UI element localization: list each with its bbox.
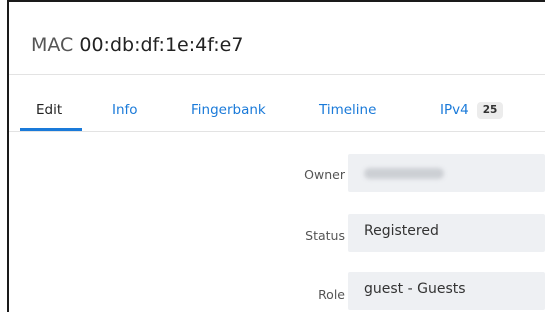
- owner-field[interactable]: [348, 154, 545, 192]
- tab-bar: Edit Info Fingerbank Timeline IPv4 25: [9, 76, 545, 132]
- node-modal: MAC 00:db:df:1e:4f:e7 Edit Info Fingerba…: [7, 0, 545, 312]
- page-title: MAC 00:db:df:1e:4f:e7: [31, 32, 243, 58]
- tab-edit[interactable]: Edit: [36, 100, 62, 120]
- owner-label: Owner: [304, 167, 345, 182]
- tab-info[interactable]: Info: [112, 100, 138, 120]
- tab-ipv4[interactable]: IPv4 25: [440, 100, 504, 120]
- mac-address: 00:db:df:1e:4f:e7: [79, 34, 244, 56]
- role-value: guest - Guests: [364, 281, 466, 297]
- tab-ipv4-label: IPv4: [440, 102, 469, 118]
- tab-fingerbank[interactable]: Fingerbank: [191, 100, 266, 120]
- owner-value-redacted: [364, 168, 444, 179]
- role-label: Role: [318, 287, 345, 302]
- active-tab-indicator: [20, 128, 82, 131]
- role-field[interactable]: guest - Guests: [348, 272, 545, 310]
- title-prefix: MAC: [31, 34, 74, 56]
- ipv4-count-badge: 25: [476, 102, 504, 119]
- status-label: Status: [305, 228, 345, 243]
- tab-timeline[interactable]: Timeline: [319, 100, 376, 120]
- status-value: Registered: [364, 223, 439, 239]
- modal-header: MAC 00:db:df:1e:4f:e7: [9, 2, 545, 75]
- status-field[interactable]: Registered: [348, 214, 545, 252]
